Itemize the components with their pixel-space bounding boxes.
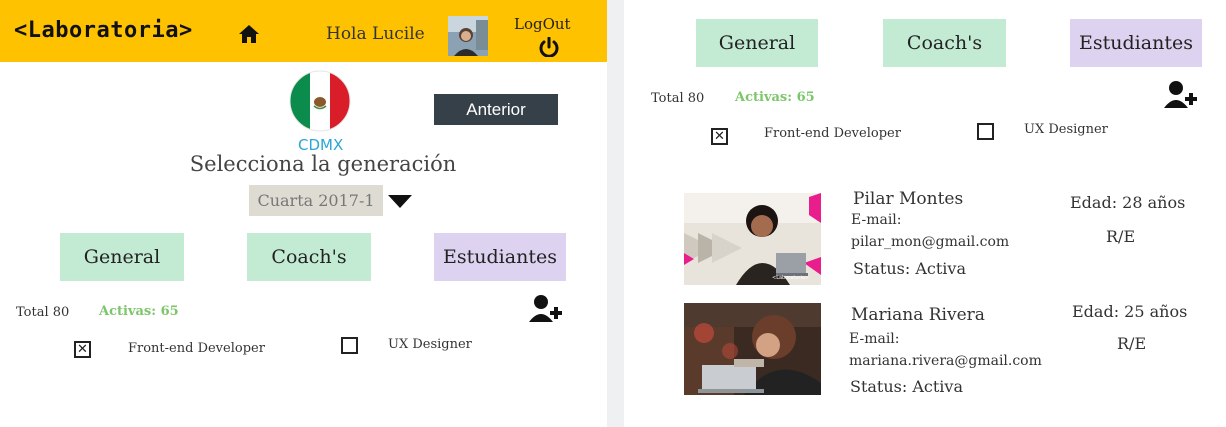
student-track: R/E	[1117, 334, 1147, 353]
student-name[interactable]: Pilar Montes	[853, 189, 963, 209]
mexico-flag-icon	[289, 70, 351, 132]
tab-coaches[interactable]: Coach's	[247, 233, 371, 281]
photo-caption: <Laboratoria>	[772, 275, 809, 281]
student-email[interactable]: mariana.rivera@gmail.com	[849, 353, 1042, 369]
student-email-label: E-mail:	[851, 212, 902, 228]
student-email-label: E-mail:	[849, 331, 900, 347]
back-button[interactable]: Anterior	[434, 94, 558, 125]
student-photo[interactable]	[684, 303, 821, 395]
generation-title: Selecciona la generación	[189, 152, 457, 176]
logout-label[interactable]: LogOut	[514, 15, 571, 33]
ux-label: UX Designer	[1024, 122, 1108, 137]
student-email[interactable]: pilar_mon@gmail.com	[851, 234, 1009, 250]
student-age: Edad: 28 años	[1070, 193, 1186, 212]
frontend-label: Front-end Developer	[764, 126, 901, 141]
student-status: Status: Activa	[853, 259, 966, 278]
frontend-checkbox[interactable]: ✕	[711, 128, 728, 145]
panel-divider	[607, 0, 624, 427]
frontend-checkbox[interactable]: ✕	[74, 341, 91, 358]
tab-coaches[interactable]: Coach's	[883, 19, 1006, 67]
total-count: Total 80	[16, 305, 70, 320]
active-count: Activas: 65	[735, 90, 815, 105]
home-icon[interactable]	[238, 24, 260, 48]
generation-select[interactable]: Cuarta 2017-1	[249, 185, 383, 216]
ux-checkbox[interactable]	[977, 123, 994, 140]
tab-general[interactable]: General	[60, 233, 184, 281]
tab-general[interactable]: General	[696, 19, 818, 67]
tab-students[interactable]: Estudiantes	[1070, 19, 1202, 67]
greeting-text: Hola Lucile	[326, 24, 425, 44]
add-user-icon[interactable]	[1164, 80, 1198, 112]
user-avatar[interactable]	[448, 16, 488, 56]
add-user-icon[interactable]	[529, 294, 563, 326]
laboratoria-logo[interactable]: <Laboratoria>	[14, 18, 193, 43]
student-status: Status: Activa	[850, 377, 963, 396]
student-age: Edad: 25 años	[1072, 302, 1188, 321]
ux-checkbox[interactable]	[341, 337, 358, 354]
active-count: Activas: 65	[99, 304, 179, 319]
tab-students[interactable]: Estudiantes	[434, 233, 566, 281]
student-photo[interactable]: <Laboratoria>	[684, 193, 821, 285]
power-icon[interactable]	[538, 36, 560, 61]
frontend-label: Front-end Developer	[128, 341, 265, 356]
total-count: Total 80	[651, 91, 705, 106]
student-name[interactable]: Mariana Rivera	[851, 305, 985, 325]
student-track: R/E	[1106, 227, 1136, 246]
ux-label: UX Designer	[388, 337, 472, 352]
caret-down-icon[interactable]	[388, 194, 412, 213]
